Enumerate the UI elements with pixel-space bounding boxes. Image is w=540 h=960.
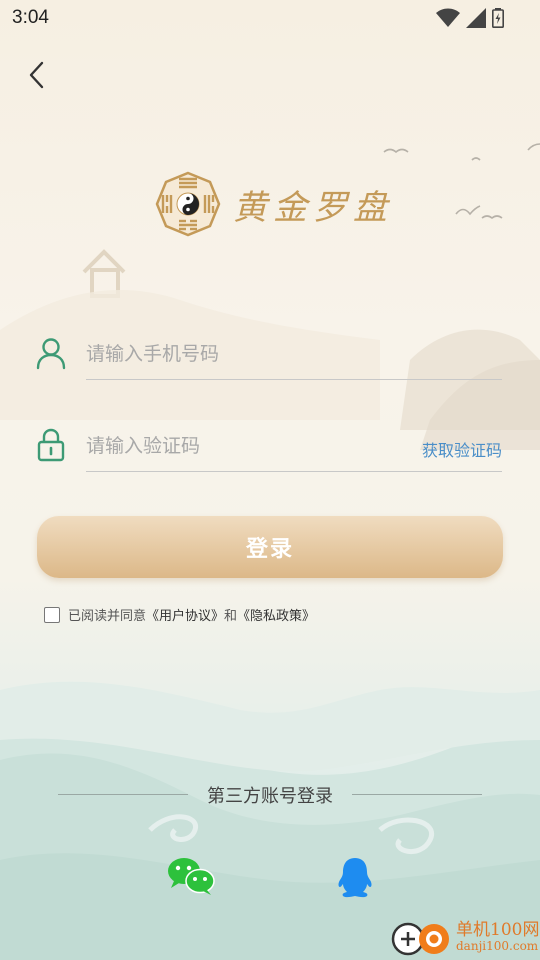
watermark-url: danji100.com — [456, 938, 539, 953]
agreement-conjunction: 和 — [224, 609, 238, 624]
wechat-icon — [168, 858, 215, 895]
lock-icon — [37, 428, 65, 462]
privacy-policy-link[interactable]: 《隐私政策》 — [237, 605, 315, 624]
watermark-title: 单机100网 — [456, 919, 540, 940]
chevron-left-icon — [29, 61, 44, 89]
cellular-signal-icon — [466, 8, 486, 28]
divider-right — [352, 794, 482, 795]
verification-code-field: 获取验证码 — [36, 418, 504, 478]
status-bar: 3:04 — [0, 0, 540, 36]
login-button[interactable]: 登录 — [37, 516, 503, 578]
agreement-prefix: 已阅读并同意 — [68, 609, 147, 624]
wechat-login-button[interactable] — [166, 856, 216, 896]
status-time: 3:04 — [12, 7, 49, 28]
third-party-divider: 第三方账号登录 — [58, 782, 482, 808]
qq-icon — [338, 858, 372, 898]
agreement-row: 已阅读并同意 《用户协议》 和 《隐私政策》 — [44, 605, 315, 624]
user-icon — [36, 338, 66, 370]
status-icons — [436, 7, 504, 29]
wifi-icon — [436, 8, 460, 28]
user-agreement-link[interactable]: 《用户协议》 — [146, 605, 224, 624]
app-name: 黄金罗盘 — [233, 187, 393, 228]
qq-login-button[interactable] — [336, 856, 374, 898]
phone-input[interactable] — [86, 336, 426, 372]
bagua-compass-icon — [155, 171, 221, 237]
back-button[interactable] — [22, 58, 54, 92]
site-watermark: 单机100网 danji100.com — [388, 915, 539, 959]
watermark-logo-icon — [391, 922, 449, 956]
verification-code-input[interactable] — [86, 428, 426, 464]
agreement-checkbox[interactable] — [44, 606, 60, 623]
phone-field — [36, 326, 504, 386]
app-logo: 黄金罗盘 — [155, 171, 393, 237]
get-code-button[interactable]: 获取验证码 — [422, 437, 502, 461]
battery-icon — [492, 8, 504, 28]
phone-underline — [86, 379, 502, 380]
background-landscape — [0, 143, 540, 960]
third-party-heading: 第三方账号登录 — [207, 786, 333, 807]
code-underline — [86, 471, 502, 472]
